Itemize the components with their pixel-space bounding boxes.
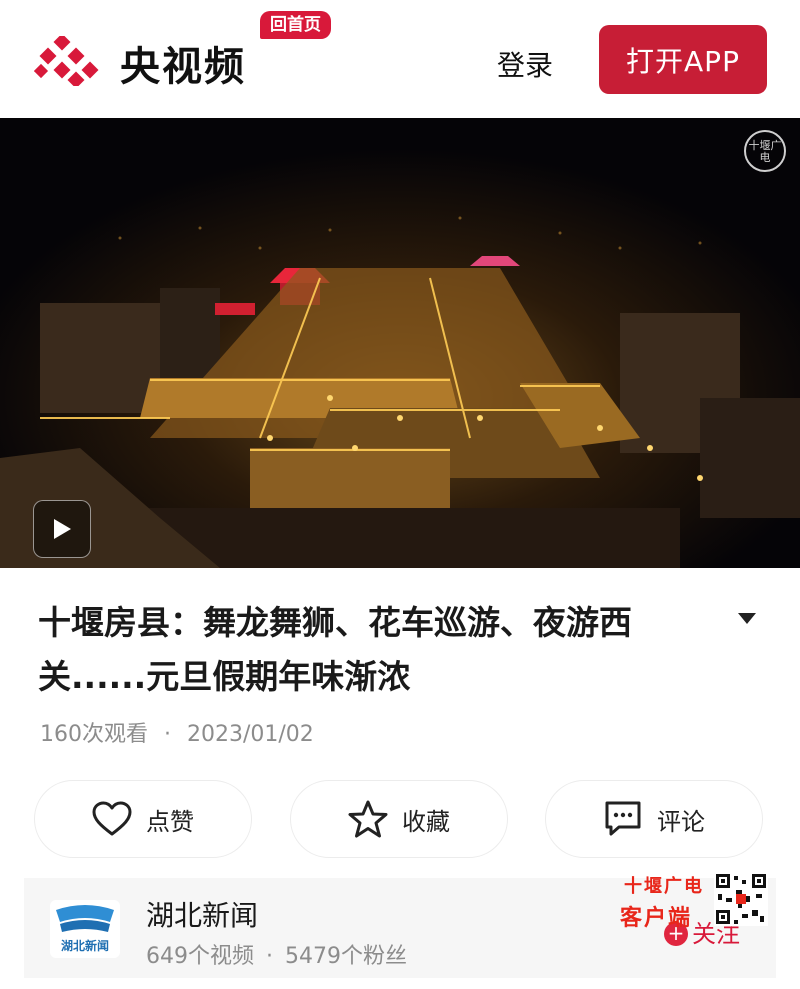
channel-name[interactable]: 湖北新闻 xyxy=(146,894,258,934)
star-icon xyxy=(348,800,388,838)
meta-separator: · xyxy=(164,722,171,747)
open-app-button[interactable]: 打开APP xyxy=(599,25,767,94)
video-count: 649个视频 xyxy=(146,944,254,969)
play-icon xyxy=(54,519,71,539)
publish-date: 2023/01/02 xyxy=(187,722,314,747)
watermark-line1: 十堰广电 xyxy=(624,876,704,897)
channel-stats: 649个视频 · 5479个粉丝 xyxy=(146,938,407,970)
video-title: 十堰房县：舞龙舞狮、花车巡游、夜游西关......元旦假期年味渐浓 xyxy=(38,603,632,696)
play-button[interactable] xyxy=(33,500,91,558)
video-thumbnail xyxy=(0,118,800,568)
favorite-button[interactable]: 收藏 xyxy=(290,780,508,858)
expand-title-icon[interactable] xyxy=(738,613,756,624)
brand-name: 央视频 xyxy=(120,44,246,90)
heart-icon xyxy=(92,801,132,836)
qr-code-icon xyxy=(714,872,768,926)
cctv-video-logo-icon[interactable] xyxy=(34,36,102,86)
video-title-area: 十堰房县：舞龙舞狮、花车巡游、夜游西关......元旦假期年味渐浓 xyxy=(38,596,728,704)
channel-logo-icon: 湖北新闻 xyxy=(50,900,120,958)
like-label: 点赞 xyxy=(146,807,194,836)
watermark-line2: 客户端 xyxy=(620,906,693,931)
favorite-label: 收藏 xyxy=(402,807,450,836)
login-link[interactable]: 登录 xyxy=(497,44,553,84)
comment-label: 评论 xyxy=(657,807,705,836)
video-watermark-seal: 十堰广电 xyxy=(744,130,786,172)
home-page-badge[interactable]: 回首页 xyxy=(260,11,331,39)
comment-icon xyxy=(605,801,641,836)
view-count: 160次观看 xyxy=(40,722,148,747)
channel-logo-text: 湖北新闻 xyxy=(61,938,109,953)
fan-count: 5479个粉丝 xyxy=(285,944,407,969)
top-bar: 央视频 回首页 登录 打开APP xyxy=(0,0,800,118)
like-button[interactable]: 点赞 xyxy=(34,780,252,858)
video-player[interactable]: 十堰广电 xyxy=(0,118,800,568)
comment-button[interactable]: 评论 xyxy=(545,780,763,858)
stats-separator: · xyxy=(266,944,273,969)
video-meta: 160次观看 · 2023/01/02 xyxy=(40,716,314,748)
